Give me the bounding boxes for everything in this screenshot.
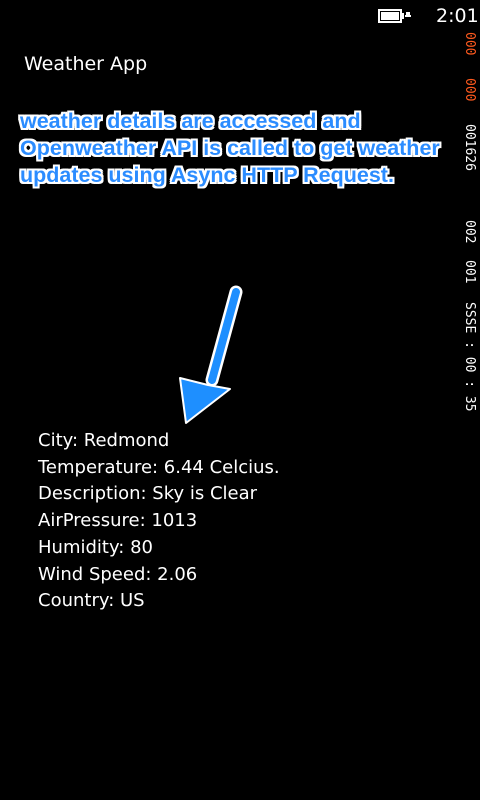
description-text: Description: Sky is Clear xyxy=(38,483,258,505)
frame-counter-5: SSSE : 00 : 3539 xyxy=(462,302,477,412)
arrow-down-left-icon xyxy=(179,285,243,424)
frame-counter-3: 002 xyxy=(462,220,477,243)
air-pressure-text: AirPressure: 1013 xyxy=(38,510,198,532)
city-text: City: Redmond xyxy=(38,430,170,451)
battery-charging-icon xyxy=(378,9,411,23)
frame-counter-0: 000 xyxy=(462,32,477,55)
frame-counter-1: 000 xyxy=(462,78,477,101)
wind-speed-text: Wind Speed: 2.06 xyxy=(38,563,198,585)
temperature-text: Temperature: 6.44 Celcius. xyxy=(38,456,280,478)
humidity-text: Humidity: 80 xyxy=(38,536,153,558)
annotation-text: weather details are accessed and Openwea… xyxy=(20,109,440,187)
frame-counter-4: 001 xyxy=(462,260,477,283)
app-title: Weather App xyxy=(24,53,148,75)
frame-rate-counters: 000 000 001626 002 001 SSSE : 00 : 3539 xyxy=(462,32,477,412)
weather-details: City: Redmond Temperature: 6.44 Celcius.… xyxy=(38,428,280,615)
status-bar: 2:01 xyxy=(0,0,480,32)
country-text: Country: US xyxy=(38,590,145,612)
status-time: 2:01 xyxy=(436,5,479,27)
frame-counter-2: 001626 xyxy=(462,124,477,171)
